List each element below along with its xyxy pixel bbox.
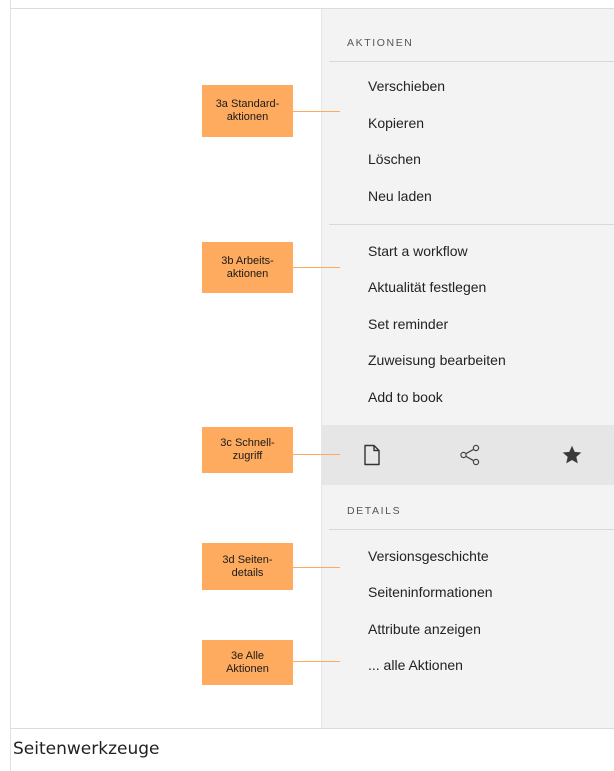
action-start-workflow[interactable]: Start a workflow [368,243,468,259]
details-show-attributes[interactable]: Attribute anzeigen [368,621,481,637]
action-move[interactable]: Verschieben [368,78,445,94]
actions-heading: AKTIONEN [347,37,414,49]
details-version-history[interactable]: Versionsgeschichte [368,548,489,564]
details-all-actions[interactable]: ... alle Aktionen [368,657,463,673]
caption-rule [11,728,614,729]
action-add-to-book[interactable]: Add to book [368,389,443,405]
actions-divider [329,61,614,62]
action-set-currency[interactable]: Aktualität festlegen [368,279,486,295]
details-divider [329,529,614,530]
page-icon[interactable] [358,441,386,469]
action-copy[interactable]: Kopieren [368,115,424,131]
connector-quick-access [293,454,340,455]
action-set-reminder[interactable]: Set reminder [368,316,448,332]
figure-caption: Seitenwerkzeuge [13,739,160,759]
action-edit-assignment[interactable]: Zuweisung bearbeiten [368,352,506,368]
details-heading: DETAILS [347,505,402,517]
work-actions-divider [329,224,614,225]
share-icon[interactable] [456,441,484,469]
callout-quick-access: 3c Schnell- zugriff [202,427,293,473]
callout-all-actions: 3e Alle Aktionen [202,640,293,685]
quick-access-bar [322,425,614,485]
connector-standard-actions [293,111,340,112]
callout-work-actions: 3b Arbeits- aktionen [202,242,293,293]
callout-page-details: 3d Seiten- details [202,543,293,590]
details-page-info[interactable]: Seiteninformationen [368,584,493,600]
action-reload[interactable]: Neu laden [368,188,432,204]
connector-page-details [293,567,340,568]
action-delete[interactable]: Löschen [368,151,421,167]
connector-all-actions [293,661,340,662]
connector-work-actions [293,267,340,268]
callout-standard-actions: 3a Standard- aktionen [202,85,293,137]
star-icon[interactable] [558,441,586,469]
